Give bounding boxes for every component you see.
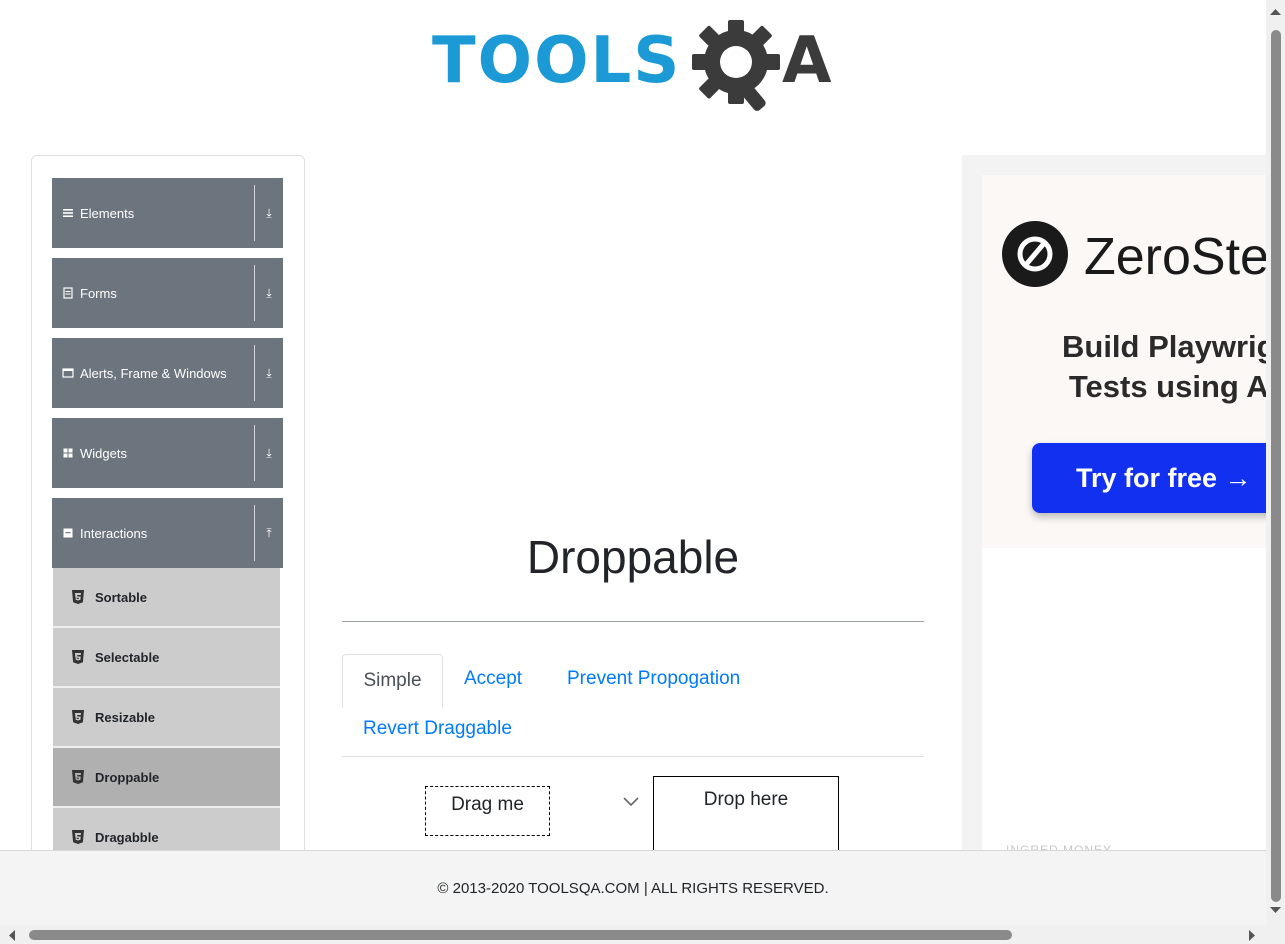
group-label-elements: Elements	[80, 205, 135, 221]
menu-item-label: Sortable	[95, 589, 148, 605]
ad-brand-name: ZeroSte	[1084, 228, 1266, 286]
vertical-scroll-thumb[interactable]	[1271, 30, 1281, 902]
group-forms[interactable]: Forms ⤓	[52, 258, 283, 328]
menu-item-label: Dragabble	[95, 829, 159, 845]
copyright-text: © 2013-2020 TOOLSQA.COM | ALL RIGHTS RES…	[437, 880, 829, 897]
html5-icon	[72, 770, 84, 784]
tab-revert-draggable[interactable]: Revert Draggable	[363, 718, 512, 740]
group-alerts-frame-windows[interactable]: Alerts, Frame & Windows ⤓	[52, 338, 283, 408]
ad-blank-area	[982, 548, 1266, 855]
scroll-up-arrow-icon[interactable]	[1270, 8, 1281, 16]
advertisement[interactable]: ZeroSte Build Playwrig Tests using A Try…	[962, 155, 1266, 855]
zerostep-logo-icon	[1002, 221, 1068, 287]
left-panel: Elements ⤓ Forms ⤓ Alerts, Frame & Windo…	[31, 155, 305, 917]
scrollbar-corner	[1266, 926, 1285, 944]
collapse-up-icon[interactable]: ⤒	[255, 526, 283, 541]
group-label-interactions: Interactions	[80, 525, 148, 541]
tab-prevent-propogation[interactable]: Prevent Propogation	[567, 668, 740, 690]
site-header: TOOLS A	[0, 0, 1266, 130]
menu-item-droppable[interactable]: Droppable	[53, 748, 280, 808]
menu-item-label: Selectable	[95, 649, 160, 665]
scroll-down-arrow-icon[interactable]	[1270, 906, 1281, 914]
html5-icon	[72, 650, 84, 664]
scroll-left-arrow-icon[interactable]	[8, 930, 16, 941]
group-elements[interactable]: Elements ⤓	[52, 178, 283, 248]
expand-down-icon[interactable]: ⤓	[255, 206, 283, 221]
horizontal-scroll-thumb[interactable]	[29, 930, 1012, 940]
html5-icon	[72, 590, 84, 604]
group-label-forms: Forms	[80, 285, 117, 301]
menu-item-selectable[interactable]: Selectable	[53, 628, 280, 688]
ad-headline: Build Playwrig Tests using A	[1062, 327, 1266, 407]
tab-simple[interactable]: Simple	[342, 654, 443, 708]
ad-banner[interactable]: ZeroSte Build Playwrig Tests using A Try…	[982, 175, 1266, 548]
toolsqa-logo[interactable]: TOOLS A	[432, 18, 842, 114]
expand-down-icon[interactable]: ⤓	[255, 446, 283, 461]
logo-text-tools: TOOLS	[432, 24, 682, 98]
expand-down-icon[interactable]: ⤓	[255, 286, 283, 301]
ad-try-free-button[interactable]: Try for free →	[1032, 443, 1266, 513]
title-divider	[342, 621, 924, 622]
group-label-alerts: Alerts, Frame & Windows	[80, 365, 227, 381]
horizontal-scrollbar[interactable]	[0, 926, 1266, 944]
grid-icon	[63, 448, 73, 458]
menu-item-label: Resizable	[95, 709, 155, 725]
group-interactions[interactable]: Interactions ⤒	[52, 498, 283, 568]
html5-icon	[72, 710, 84, 724]
group-label-widgets: Widgets	[80, 445, 127, 461]
zerostep-mark-icon	[1017, 236, 1053, 272]
scroll-right-arrow-icon[interactable]	[1248, 930, 1256, 941]
tab-bar: Simple Accept Prevent Propogation Revert…	[342, 654, 924, 757]
draggable-box[interactable]: Drag me	[425, 786, 550, 836]
form-icon	[63, 287, 73, 299]
page-footer: © 2013-2020 TOOLSQA.COM | ALL RIGHTS RES…	[0, 850, 1266, 927]
menu-item-sortable[interactable]: Sortable	[53, 568, 280, 628]
html5-icon	[72, 830, 84, 844]
interactions-icon	[63, 528, 73, 538]
group-widgets[interactable]: Widgets ⤓	[52, 418, 283, 488]
chevron-down-icon	[623, 797, 639, 807]
page-title: Droppable	[526, 531, 740, 583]
gear-magnifier-icon	[692, 20, 780, 111]
vertical-scrollbar[interactable]	[1266, 0, 1285, 926]
logo-text-a: A	[782, 24, 832, 98]
menu-item-resizable[interactable]: Resizable	[53, 688, 280, 748]
expand-down-icon[interactable]: ⤓	[255, 366, 283, 381]
hamburger-icon	[63, 209, 73, 217]
window-icon	[62, 368, 74, 378]
ad-headline-line1: Build Playwrig	[1062, 329, 1266, 364]
tab-accept[interactable]: Accept	[464, 668, 522, 690]
ad-headline-line2: Tests using A	[1068, 369, 1266, 404]
menu-item-label: Droppable	[95, 769, 160, 785]
